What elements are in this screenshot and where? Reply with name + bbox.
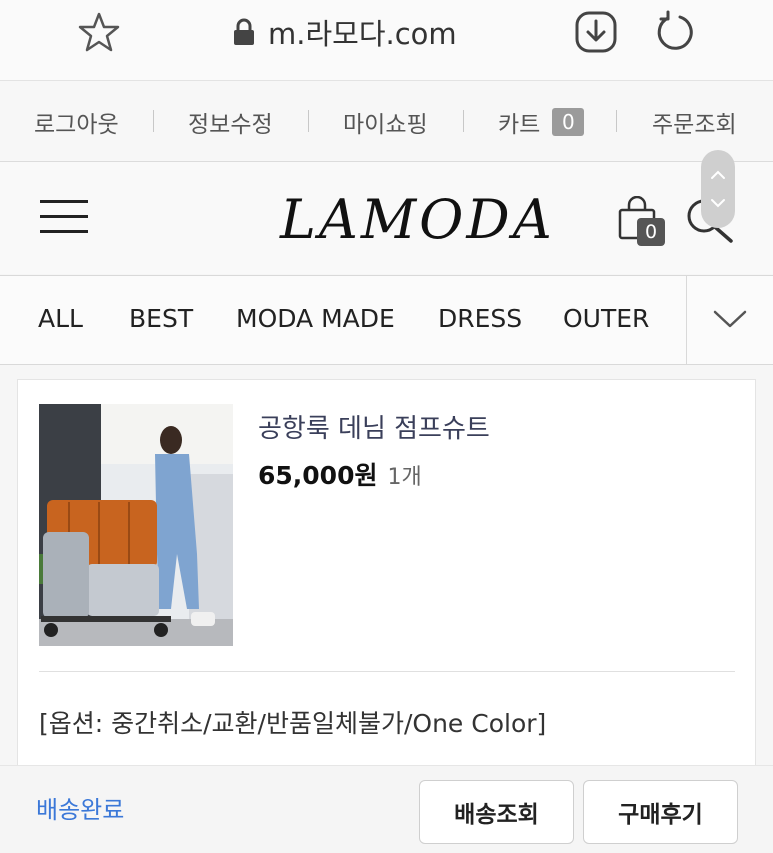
more-categories-button[interactable] [686,276,773,364]
site-logo[interactable]: LAMODA [280,188,555,251]
address-field[interactable]: m.라모다.com [232,12,457,52]
lock-icon [234,18,254,45]
edit-info-link[interactable]: 정보수정 [188,105,273,139]
order-status-bar: 배송완료 배송조회 구매후기 [0,765,773,853]
product-price-row: 65,000원 1개 [258,456,422,492]
chevron-down-icon [713,310,747,328]
scroll-arrows-icon [711,170,725,208]
product-option: [옵션: 중간취소/교환/반품일체불가/One Color] [39,709,547,738]
product-quantity: 1개 [387,465,422,490]
divider [308,110,309,132]
bag-count-badge: 0 [637,218,665,246]
product-photo [39,404,233,646]
site-header: LAMODA 0 [0,162,773,274]
download-icon[interactable] [574,10,618,54]
divider [616,110,617,132]
divider [153,110,154,132]
category-best[interactable]: BEST [129,304,193,333]
order-lookup-link[interactable]: 주문조회 [652,105,737,139]
account-links-bar: 로그아웃 정보수정 마이쇼핑 카트 0 주문조회 [0,81,773,162]
cart-label: 카트 [498,112,541,138]
star-icon[interactable] [78,11,120,53]
category-all[interactable]: ALL [38,304,83,333]
cart-link[interactable]: 카트 0 [498,105,585,139]
delivery-status: 배송완료 [36,796,125,824]
cart-count-badge: 0 [552,108,585,136]
category-outer[interactable]: OUTER [563,304,649,333]
reload-icon[interactable] [652,9,696,53]
scroll-control[interactable] [701,150,735,228]
divider [39,671,735,672]
category-moda-made[interactable]: MODA MADE [236,304,395,333]
product-name[interactable]: 공항룩 데님 점프슈트 [258,408,490,445]
category-dress[interactable]: DRESS [438,304,522,333]
category-nav: ALL BEST MODA MADE DRESS OUTER [0,275,773,365]
browser-address-bar: m.라모다.com [0,0,773,81]
write-review-button[interactable]: 구매후기 [583,780,738,844]
logout-link[interactable]: 로그아웃 [34,105,119,139]
my-shopping-link[interactable]: 마이쇼핑 [343,105,428,139]
product-image[interactable] [39,404,233,646]
product-price: 65,000원 [258,461,378,490]
track-delivery-button[interactable]: 배송조회 [419,780,574,844]
menu-icon[interactable] [40,200,90,234]
url-text: m.라모다.com [268,17,457,51]
divider [463,110,464,132]
